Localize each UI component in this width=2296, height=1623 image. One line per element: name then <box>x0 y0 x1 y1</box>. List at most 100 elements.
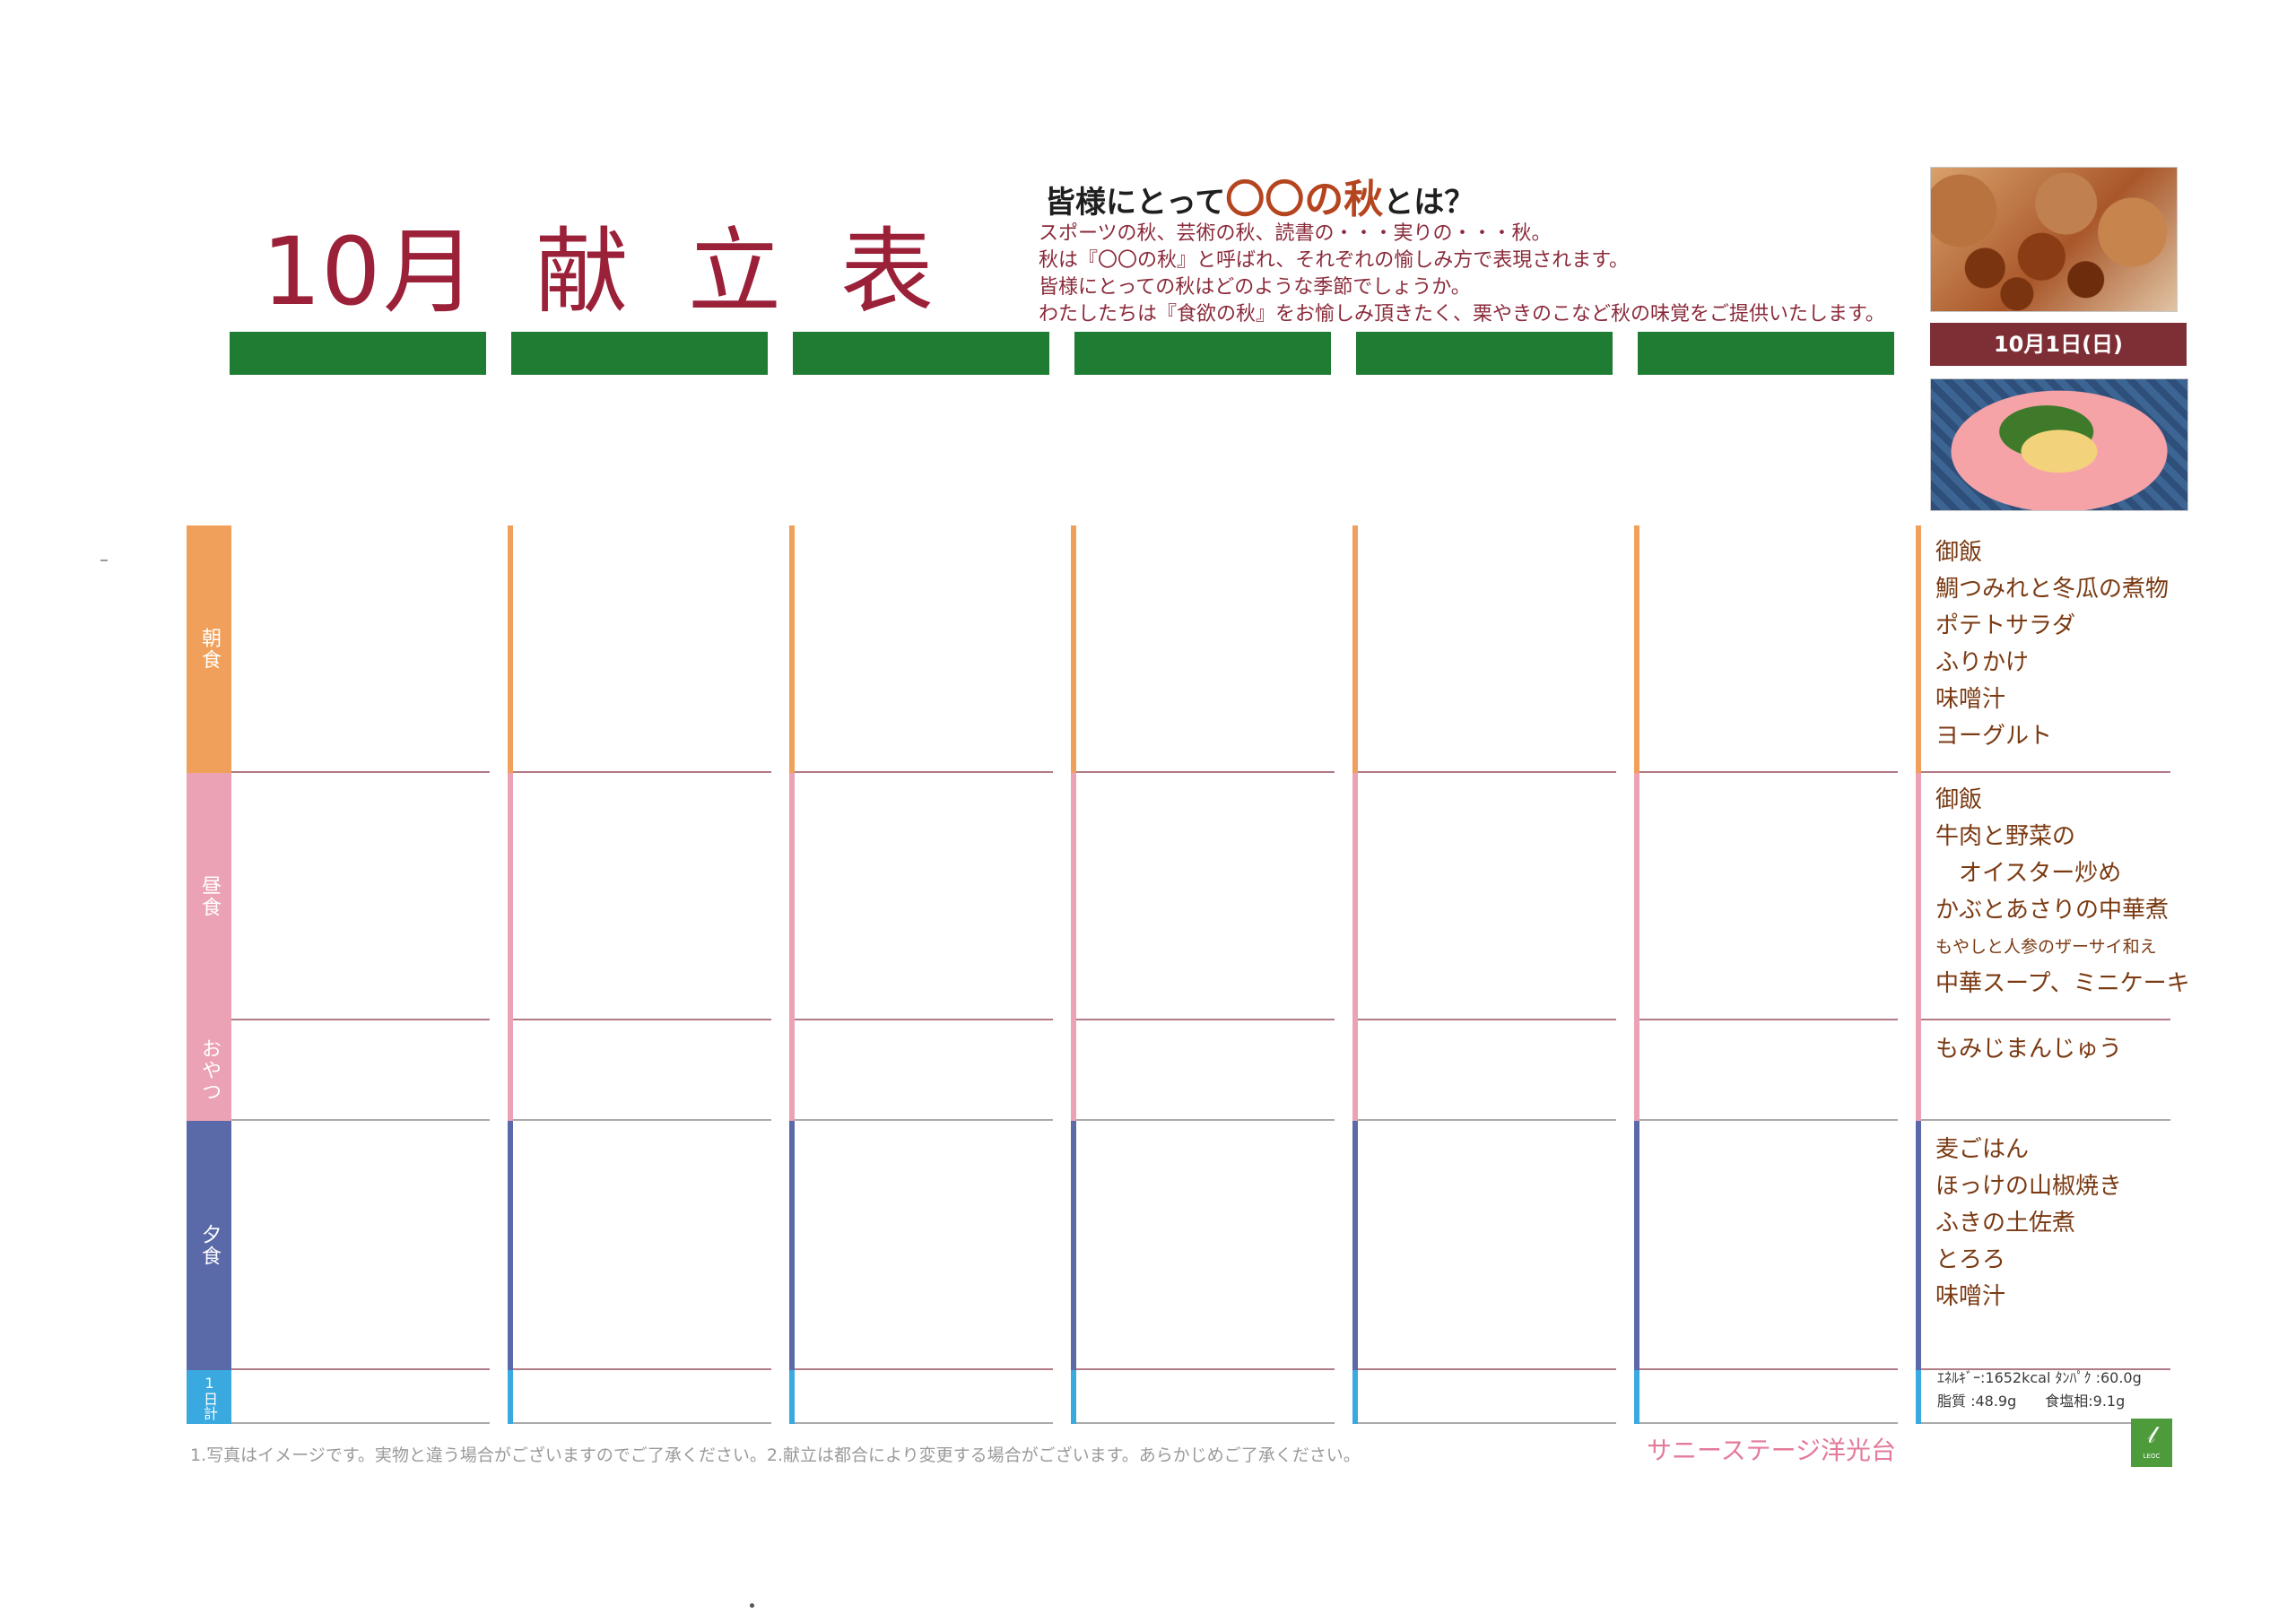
row-divider <box>1358 1368 1616 1370</box>
row-divider <box>231 1019 490 1020</box>
row-divider <box>1076 1019 1335 1020</box>
lunch-menu: 御飯 牛肉と野菜の オイスター炒め かぶとあさりの中華煮 もやしと人参のザーサイ… <box>1935 782 2190 1002</box>
nutrition-line: 脂質 :48.9g 食塩相:9.1g <box>1937 1393 2126 1410</box>
row-divider <box>795 771 1053 773</box>
intro-heading: 皆様にとって〇〇の秋とは？ <box>1045 177 1475 222</box>
row-divider <box>1076 771 1335 773</box>
day-header-bar <box>511 332 768 375</box>
row-divider <box>513 1422 771 1424</box>
nutrition-line: ｴﾈﾙｷﾞｰ:1652kcal ﾀﾝﾊﾟｸ :60.0g <box>1937 1369 2142 1386</box>
row-divider <box>513 771 771 773</box>
snack-menu: もみじまんじゅう <box>1935 1031 2122 1068</box>
row-divider <box>231 1422 490 1424</box>
menu-item: とろろ <box>1935 1246 2006 1273</box>
daily-total-label: 1日計 <box>187 1370 231 1424</box>
row-divider <box>1076 1368 1335 1370</box>
leoc-logo: 𝓁 LEOC <box>2131 1419 2172 1467</box>
chestnut-photo <box>1930 167 2178 312</box>
dinner-label: 夕食 <box>187 1121 231 1370</box>
menu-item: 鯛つみれと冬瓜の煮物 <box>1935 576 2170 603</box>
column-divider <box>789 773 795 1121</box>
column-divider <box>508 1370 513 1424</box>
row-divider <box>1639 1019 1898 1020</box>
menu-item: もみじまんじゅう <box>1935 1036 2123 1063</box>
dish-photo <box>1930 378 2188 511</box>
day-header-bar <box>230 332 486 375</box>
row-divider <box>795 1119 1053 1121</box>
column-divider <box>1916 1121 1921 1370</box>
row-divider <box>1358 1119 1616 1121</box>
row-divider <box>1076 1119 1335 1121</box>
intro-line: スポーツの秋、芸術の秋、読書の・・・実りの・・・秋。 <box>1039 222 1552 245</box>
row-divider <box>231 1368 490 1370</box>
row-divider <box>231 771 490 773</box>
column-divider <box>1634 1370 1639 1424</box>
column-divider <box>508 773 513 1121</box>
column-divider <box>1071 773 1076 1121</box>
day-header-bar <box>1074 332 1331 375</box>
menu-item: 御飯 <box>1935 786 1983 813</box>
date-label: 10月1日(日) <box>1930 323 2187 366</box>
row-divider <box>1639 1119 1898 1121</box>
menu-item: 牛肉と野菜の <box>1935 823 2076 850</box>
menu-item: ふきの土佐煮 <box>1935 1210 2076 1237</box>
title-char-1: 献 <box>535 217 630 326</box>
nutrition-summary: ｴﾈﾙｷﾞｰ:1652kcal ﾀﾝﾊﾟｸ :60.0g 脂質 :48.9g 食… <box>1937 1367 2142 1413</box>
menu-item: 御飯 <box>1935 539 1983 566</box>
scan-dot <box>750 1603 754 1608</box>
title-month-number: 10 <box>262 217 381 326</box>
intro-line: わたしたちは『食欲の秋』をお愉しみ頂きたく、栗やきのこなど秋の味覚をご提供いたし… <box>1039 303 1885 325</box>
column-divider <box>1916 1370 1921 1424</box>
day-header-bar <box>793 332 1049 375</box>
menu-item: ヨーグルト <box>1935 723 2053 750</box>
row-divider <box>1639 1368 1898 1370</box>
menu-item: 味噌汁 <box>1935 1283 2006 1310</box>
row-divider <box>1358 771 1616 773</box>
day-header-bar <box>1638 332 1894 375</box>
menu-item: ほっけの山椒焼き <box>1935 1173 2123 1200</box>
row-divider <box>513 1368 771 1370</box>
menu-item: 中華スープ、ミニケーキ <box>1935 970 2190 997</box>
column-divider <box>1634 525 1639 773</box>
column-divider <box>508 1121 513 1370</box>
menu-item: オイスター炒め <box>1935 860 2122 887</box>
breakfast-menu: 御飯 鯛つみれと冬瓜の煮物 ポテトサラダ ふりかけ 味噌汁 ヨーグルト <box>1935 534 2169 755</box>
column-divider <box>1352 1121 1358 1370</box>
intro-line: 皆様にとっての秋はどのような季節でしょうか。 <box>1039 276 1471 299</box>
column-divider <box>789 1121 795 1370</box>
menu-item: ふりかけ <box>1935 649 2030 676</box>
breakfast-label: 朝食 <box>187 525 231 773</box>
menu-item: ポテトサラダ <box>1935 612 2076 639</box>
column-divider <box>1352 773 1358 1121</box>
column-divider <box>1071 1370 1076 1424</box>
column-divider <box>1634 1121 1639 1370</box>
menu-item: 麦ごはん <box>1935 1136 2030 1163</box>
row-divider <box>1076 1422 1335 1424</box>
column-divider <box>1071 525 1076 773</box>
day-header-bar <box>1356 332 1613 375</box>
page-title: 10月献立表 <box>262 195 934 331</box>
title-month: 月 <box>383 217 477 326</box>
column-divider <box>1634 773 1639 1121</box>
row-divider <box>1921 1019 2170 1020</box>
row-divider <box>231 1119 490 1121</box>
column-divider <box>1071 1121 1076 1370</box>
column-divider <box>1916 525 1921 773</box>
column-divider <box>789 525 795 773</box>
column-divider <box>508 525 513 773</box>
column-divider <box>1916 773 1921 1121</box>
title-char-3: 表 <box>840 217 935 326</box>
row-divider <box>513 1019 771 1020</box>
row-divider <box>1639 771 1898 773</box>
title-char-2: 立 <box>688 217 782 326</box>
row-divider <box>795 1019 1053 1020</box>
organization-name: サニーステージ洋光台 <box>1647 1436 1897 1465</box>
row-divider <box>1358 1019 1616 1020</box>
row-divider <box>1921 1119 2170 1121</box>
row-divider <box>1639 1422 1898 1424</box>
margin-tick <box>100 560 108 561</box>
footnote: 1.写真はイメージです。実物と違う場合がございますのでご了承ください。2.献立は… <box>190 1445 1361 1465</box>
dinner-menu: 麦ごはん ほっけの山椒焼き ふきの土佐煮 とろろ 味噌汁 <box>1935 1132 2122 1315</box>
row-divider <box>1921 771 2170 773</box>
lunch-label: 昼食 <box>187 773 231 1020</box>
